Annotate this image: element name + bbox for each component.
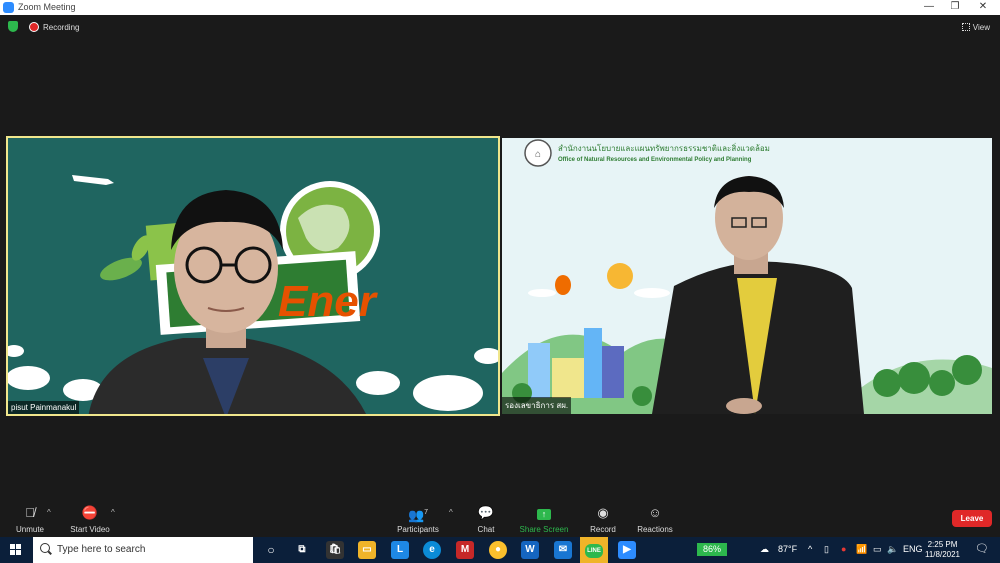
- line-app-icon[interactable]: LINE: [580, 537, 608, 563]
- participants-options-caret[interactable]: ^: [449, 508, 453, 517]
- taskbar-clock[interactable]: 2:25 PM 11/8/2021: [920, 540, 965, 560]
- close-button[interactable]: ✕: [976, 1, 990, 12]
- word-icon[interactable]: W: [521, 541, 539, 559]
- search-icon: [40, 543, 50, 553]
- notifications-icon[interactable]: 🗨: [975, 542, 989, 555]
- video-feed-2: ⌂ สำนักงานนโยบายและแผนทรัพยากรธรรมชาติแล…: [502, 138, 992, 414]
- clock-time: 2:25 PM: [927, 540, 958, 549]
- device-icon[interactable]: ▯: [824, 544, 829, 555]
- file-explorer-icon[interactable]: ▭: [358, 541, 376, 559]
- reactions-button[interactable]: ☺ Reactions: [625, 504, 685, 534]
- tray-overflow-icon[interactable]: ^: [808, 544, 812, 554]
- org-name-thai: สำนักงานนโยบายและแผนทรัพยากรธรรมชาติและส…: [558, 142, 770, 153]
- participant-name-2: รองเลขาธิการ สผ.: [502, 397, 572, 414]
- chat-button[interactable]: 💬 Chat: [456, 504, 516, 534]
- zoom-logo-icon: [3, 2, 14, 13]
- wifi-icon[interactable]: 📶: [856, 544, 867, 555]
- weather-icon[interactable]: ☁: [760, 544, 769, 555]
- svg-text:⌂: ⌂: [535, 149, 541, 160]
- minimize-button[interactable]: —: [922, 1, 936, 12]
- recording-label: Recording: [43, 23, 80, 32]
- battery-indicator[interactable]: 86%: [697, 543, 727, 556]
- mcafee-icon[interactable]: M: [456, 541, 474, 559]
- participants-button[interactable]: 👥7 Participants: [388, 504, 448, 534]
- view-button[interactable]: View: [961, 23, 990, 32]
- clock-date: 11/8/2021: [925, 550, 960, 559]
- shield-icon[interactable]: [8, 21, 18, 32]
- org-name-english: Office of Natural Resources and Environm…: [558, 157, 752, 163]
- windows-taskbar: Type here to search ○ ⧉ 🛍 ▭ L e M ● W ✉ …: [0, 537, 1000, 563]
- participant-name-1: pisut Painmanakul: [8, 401, 80, 414]
- store-icon[interactable]: 🛍: [326, 541, 344, 559]
- unmute-button[interactable]: 🎙̸ Unmute: [0, 504, 60, 534]
- meeting-toolbar: 🎙̸ Unmute ^ ⛔ Start Video ^ 👥7 Participa…: [0, 500, 1000, 537]
- reactions-icon: ☺: [648, 505, 662, 520]
- taskbar-search-box[interactable]: Type here to search: [33, 537, 253, 563]
- leave-button[interactable]: Leave: [952, 510, 992, 527]
- security-alert-icon[interactable]: ●: [841, 544, 846, 554]
- video-tile-1[interactable]: Ener pisut Painmanakul: [6, 136, 500, 416]
- volume-icon[interactable]: 🔈: [887, 544, 898, 555]
- audio-options-caret[interactable]: ^: [47, 508, 51, 517]
- video-feed-1: Ener: [8, 138, 498, 414]
- maximize-button[interactable]: ❐: [948, 1, 962, 12]
- recording-icon: [29, 22, 39, 32]
- grid-icon: [961, 23, 970, 31]
- task-view-icon[interactable]: ⧉: [293, 541, 311, 559]
- share-screen-button[interactable]: ↑ Share Screen: [514, 504, 574, 534]
- participants-icon: 👥7: [407, 507, 429, 523]
- bg-logo-text: Ener: [278, 277, 379, 326]
- record-button[interactable]: ◉ Record: [573, 504, 633, 534]
- cortana-icon[interactable]: ○: [262, 541, 280, 559]
- search-placeholder: Type here to search: [57, 544, 146, 555]
- chrome-icon[interactable]: ●: [489, 541, 507, 559]
- app-l-icon[interactable]: L: [391, 541, 409, 559]
- video-tile-2[interactable]: ⌂ สำนักงานนโยบายและแผนทรัพยากรธรรมชาติแล…: [502, 138, 992, 414]
- temperature-label[interactable]: 87°F: [778, 544, 797, 554]
- meeting-topbar: Recording View: [0, 15, 1000, 37]
- video-options-caret[interactable]: ^: [111, 508, 115, 517]
- edge-icon[interactable]: e: [423, 541, 441, 559]
- mic-muted-icon: 🎙̸: [25, 505, 35, 520]
- record-icon: ◉: [597, 505, 609, 520]
- window-titlebar: Zoom Meeting — ❐ ✕: [0, 0, 1000, 15]
- share-screen-icon: ↑: [514, 504, 574, 522]
- windows-start-icon[interactable]: [10, 544, 22, 556]
- battery-icon[interactable]: ▭: [873, 544, 882, 555]
- chat-icon: 💬: [477, 505, 495, 520]
- mail-icon[interactable]: ✉: [554, 541, 572, 559]
- window-title: Zoom Meeting: [18, 2, 76, 12]
- zoom-taskbar-icon[interactable]: ▶: [618, 541, 636, 559]
